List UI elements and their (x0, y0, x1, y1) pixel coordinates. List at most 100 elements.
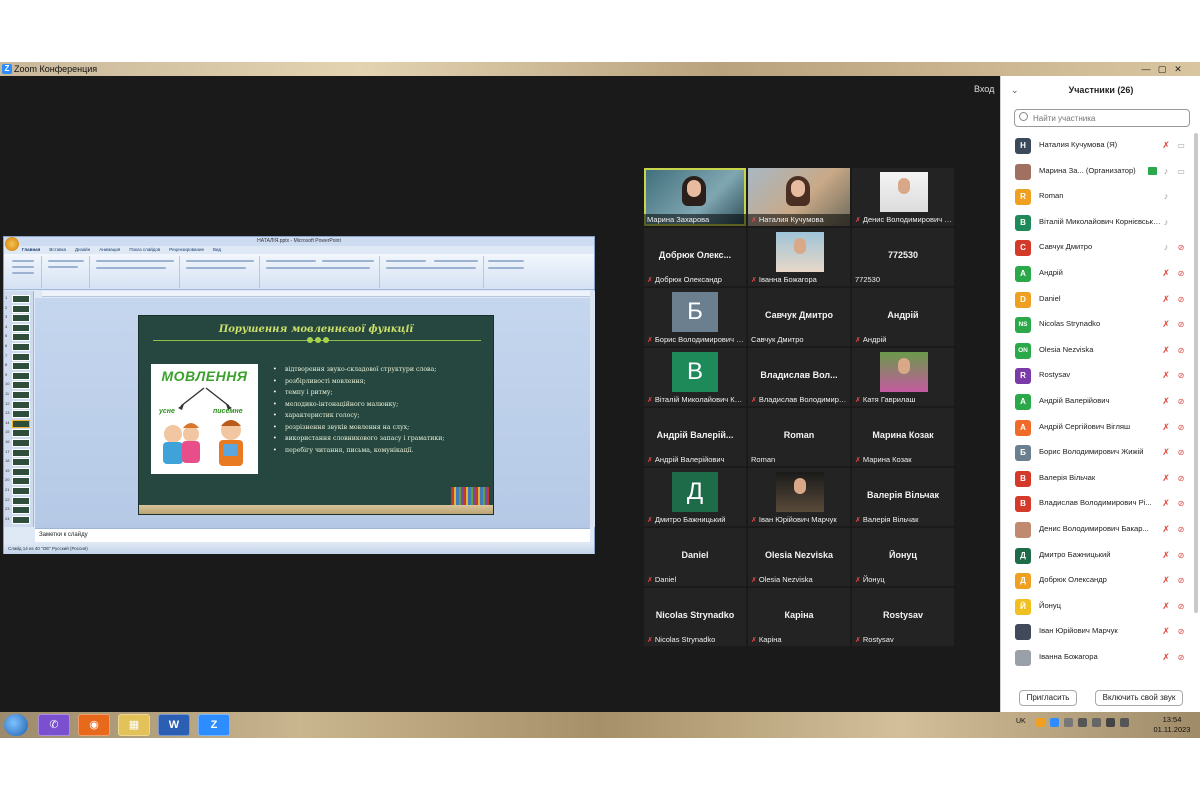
participant-row[interactable]: Д Добрюк Олександр ✗ ⊘ (1001, 568, 1193, 594)
slide-thumbnail[interactable] (12, 391, 30, 399)
video-tile[interactable]: 772530 772530 (852, 228, 954, 286)
ppt-tab[interactable]: Вид (213, 246, 221, 254)
participant-scrollbar[interactable] (1194, 133, 1198, 613)
slide-thumbnail[interactable] (12, 295, 30, 303)
mic-muted-icon[interactable]: ✗ (1161, 626, 1171, 637)
slide-thumbnail[interactable] (12, 458, 30, 467)
participant-row[interactable]: А Андрій Валерійович ✗ ⊘ (1001, 389, 1193, 415)
tray-volume-icon[interactable] (1106, 718, 1115, 727)
video-tile[interactable]: Марина Козак ✗ Марина Козак (852, 408, 954, 466)
slide-thumbnail[interactable] (12, 314, 30, 323)
mic-muted-icon[interactable]: ✗ (1161, 140, 1171, 151)
video-tile[interactable]: ✗ Іванна Божагора (748, 228, 850, 286)
participant-search-input[interactable] (1014, 109, 1190, 127)
video-tile[interactable]: Rostysav ✗ Rostysav (852, 588, 954, 646)
mic-muted-icon[interactable]: ✗ (1161, 550, 1171, 561)
camera-off-icon[interactable]: ⊘ (1175, 498, 1187, 509)
slide-thumbnail[interactable] (12, 419, 30, 428)
video-tile[interactable]: Каріна ✗ Каріна (748, 588, 850, 646)
slide-thumbnail[interactable] (12, 496, 30, 505)
video-tile[interactable]: Андрій ✗ Андрій (852, 288, 954, 346)
mic-muted-icon[interactable]: ✗ (1161, 652, 1171, 663)
camera-off-icon[interactable]: ⊘ (1175, 447, 1187, 458)
mic-icon[interactable]: ♪ (1161, 217, 1171, 228)
word-taskbar-icon[interactable]: W (158, 714, 190, 736)
participant-row[interactable]: Й Йонуц ✗ ⊘ (1001, 594, 1193, 620)
ppt-slide-thumbnails[interactable]: 1 2 3 4 5 6 7 8 9 10 11 12 13 14 15 16 17 18 19 20 21 22 23 24 (4, 291, 34, 527)
video-tile[interactable]: Андрій Валерій... ✗ Андрій Валерійович (644, 408, 746, 466)
participant-row[interactable]: Б Борис Володимирович Жижій ✗ ⊘ (1001, 440, 1193, 466)
close-button[interactable]: ✕ (1172, 64, 1184, 74)
mic-muted-icon[interactable]: ✗ (1161, 319, 1171, 330)
mic-muted-icon[interactable]: ✗ (1161, 345, 1171, 356)
participant-row[interactable]: В Валерія Вільчак ✗ ⊘ (1001, 466, 1193, 492)
start-button[interactable] (4, 714, 28, 736)
camera-off-icon[interactable]: ⊘ (1175, 242, 1187, 253)
video-tile[interactable]: ✗Денис Володимирович Бакар... (852, 168, 954, 226)
camera-off-icon[interactable]: ⊘ (1175, 422, 1187, 433)
video-tile[interactable]: В ✗Віталій Миколайович Корнієвський (644, 348, 746, 406)
mic-muted-icon[interactable]: ✗ (1161, 268, 1171, 279)
participant-row[interactable]: Денис Володимирович Бакар... ✗ ⊘ (1001, 517, 1193, 543)
tray-network-icon[interactable] (1078, 718, 1087, 727)
video-tile[interactable]: Roman Roman (748, 408, 850, 466)
participant-row[interactable]: А Андрій ✗ ⊘ (1001, 261, 1193, 287)
slide-thumbnail[interactable] (12, 323, 30, 332)
video-tile[interactable]: Валерія Вільчак ✗ Валерія Вільчак (852, 468, 954, 526)
tray-shield-icon[interactable] (1064, 718, 1073, 727)
participant-row[interactable]: R Rostysav ✗ ⊘ (1001, 363, 1193, 389)
mic-icon[interactable]: ♪ (1161, 191, 1171, 202)
slide-thumbnail[interactable] (12, 429, 30, 438)
mic-muted-icon[interactable]: ✗ (1161, 294, 1171, 305)
participant-row[interactable]: Марина За... (Организатор) ♪ ▭ (1001, 159, 1193, 185)
view-button[interactable]: Вход (974, 84, 994, 94)
camera-off-icon[interactable]: ⊘ (1175, 345, 1187, 356)
camera-off-icon[interactable]: ▭ (1175, 140, 1187, 151)
camera-off-icon[interactable]: ⊘ (1175, 396, 1187, 407)
camera-icon[interactable]: ▭ (1175, 166, 1187, 177)
camera-off-icon[interactable]: ⊘ (1175, 294, 1187, 305)
participant-row[interactable]: ON Olesia Nezviska ✗ ⊘ (1001, 338, 1193, 364)
explorer-taskbar-icon[interactable]: ▦ (118, 714, 150, 736)
video-tile[interactable]: Добрюк Олекс... ✗ Добрюк Олександр (644, 228, 746, 286)
video-tile[interactable]: Савчук Дмитро Савчук Дмитро (748, 288, 850, 346)
participant-row[interactable]: В Владислав Володимирович Рі... ✗ ⊘ (1001, 491, 1193, 517)
camera-off-icon[interactable]: ⊘ (1175, 370, 1187, 381)
participant-row[interactable]: R Roman ♪ (1001, 184, 1193, 210)
clock-date[interactable]: 01.11.2023 (1150, 725, 1194, 734)
slide-thumbnail[interactable] (12, 371, 30, 380)
maximize-button[interactable]: ▢ (1156, 64, 1168, 74)
slide-thumbnail[interactable] (12, 410, 30, 419)
video-tile[interactable]: Владислав Вол... ✗ Владислав Володимирович… (748, 348, 850, 406)
tray-battery-icon[interactable] (1120, 718, 1129, 727)
video-tile[interactable]: Nicolas Strynadko ✗ Nicolas Strynadko (644, 588, 746, 646)
mic-muted-icon[interactable]: ✗ (1161, 396, 1171, 407)
mic-muted-icon[interactable]: ✗ (1161, 524, 1171, 535)
video-tile[interactable]: Daniel ✗ Daniel (644, 528, 746, 586)
mic-icon[interactable]: ♪ (1161, 166, 1171, 177)
minimize-button[interactable]: — (1140, 64, 1152, 74)
ppt-scrollbar[interactable] (590, 291, 595, 527)
unmute-self-button[interactable]: Включить свой звук (1095, 690, 1183, 706)
tray-app-icon[interactable] (1036, 718, 1045, 727)
participant-row[interactable]: С Савчук Дмитро ♪ ⊘ (1001, 235, 1193, 261)
slide-thumbnail[interactable] (12, 515, 30, 524)
participant-row[interactable]: В Віталій Миколайович Корнієвський ♪ (1001, 210, 1193, 236)
slide-thumbnail[interactable] (12, 477, 30, 486)
mic-muted-icon[interactable]: ✗ (1161, 575, 1171, 586)
tray-flag-icon[interactable] (1092, 718, 1101, 727)
slide-thumbnail[interactable] (12, 333, 30, 342)
ppt-notes[interactable]: Заметки к слайду (35, 528, 590, 542)
participant-row[interactable]: NS Nicolas Strynadko ✗ ⊘ (1001, 312, 1193, 338)
camera-off-icon[interactable]: ⊘ (1175, 601, 1187, 612)
video-tile[interactable]: Йонуц ✗ Йонуц (852, 528, 954, 586)
video-tile[interactable]: ✗ Наталия Кучумова (748, 168, 850, 226)
participant-row[interactable]: D Daniel ✗ ⊘ (1001, 287, 1193, 313)
ppt-tab[interactable]: Анимация (99, 246, 120, 254)
slide-thumbnail[interactable] (12, 352, 30, 361)
mic-muted-icon[interactable]: ✗ (1161, 601, 1171, 612)
clock-time[interactable]: 13:54 (1150, 715, 1194, 724)
slide-thumbnail[interactable] (12, 343, 30, 351)
camera-off-icon[interactable]: ⊘ (1175, 473, 1187, 484)
slide-thumbnail[interactable] (12, 448, 30, 457)
